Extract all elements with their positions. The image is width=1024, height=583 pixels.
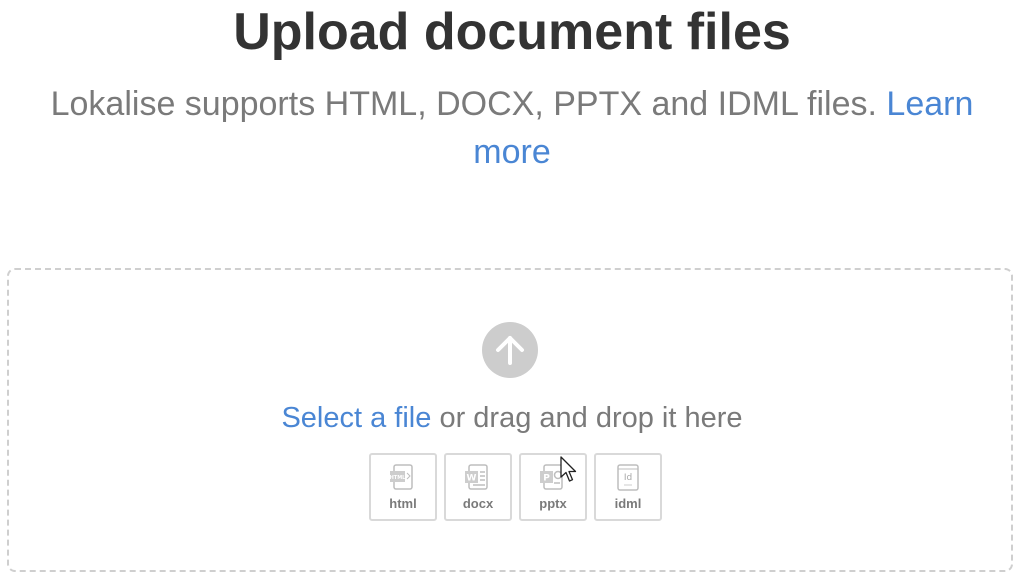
arrow-up-circle-icon[interactable] <box>482 322 538 378</box>
upload-page: Upload document files Lokalise supports … <box>0 0 1024 583</box>
drag-drop-text: or drag and drop it here <box>439 402 743 434</box>
html-file-icon: HTML <box>390 464 413 490</box>
arrow-up-icon <box>496 336 524 365</box>
file-type-html: HTML html <box>369 453 437 521</box>
file-type-label: docx <box>462 496 494 511</box>
file-type-label: pptx <box>539 496 567 511</box>
powerpoint-icon-glyph: P <box>543 474 550 484</box>
file-type-docx: W docx <box>444 453 512 521</box>
page-title: Upload document files <box>233 3 791 61</box>
supported-file-types: HTML html W docx P pptx Id idml <box>369 453 662 521</box>
file-type-idml: Id idml <box>594 453 662 521</box>
indesign-file-icon: Id <box>617 464 639 491</box>
mouse-pointer-icon <box>560 456 577 482</box>
file-type-label: idml <box>614 496 642 511</box>
indesign-icon-glyph: Id <box>624 473 632 483</box>
select-file-link[interactable]: Select a file <box>281 402 431 434</box>
file-type-label: html <box>389 496 417 511</box>
html-icon-glyph: HTML <box>390 475 407 481</box>
word-icon-glyph: W <box>467 474 477 484</box>
page-subtitle: Lokalise supports HTML, DOCX, PPTX and I… <box>20 80 1004 176</box>
word-file-icon: W <box>465 464 488 490</box>
select-or-drop-line: Select a file or drag and drop it here <box>0 398 1024 438</box>
supported-formats-text: Lokalise supports HTML, DOCX, PPTX and I… <box>50 85 877 123</box>
